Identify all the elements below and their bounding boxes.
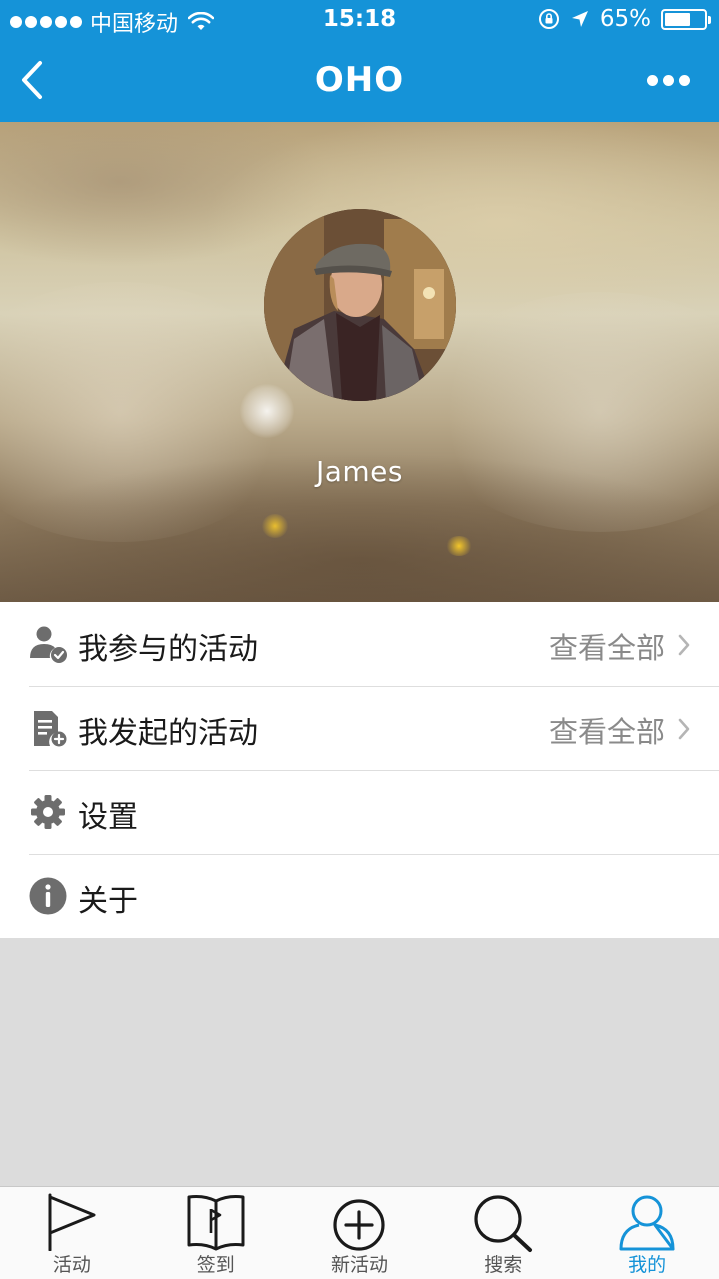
top-bar: 中国移动 15:18 65% OHO bbox=[0, 0, 719, 122]
avatar[interactable] bbox=[264, 209, 456, 401]
chevron-right-icon bbox=[678, 718, 690, 740]
rotation-lock-icon bbox=[538, 9, 559, 29]
document-add-icon bbox=[34, 711, 67, 747]
tab-label: 新活动 bbox=[330, 1254, 388, 1276]
tab-search[interactable]: 搜索 bbox=[431, 1187, 575, 1279]
view-all-link[interactable]: 查看全部 bbox=[549, 625, 665, 667]
tab-label: 我的 bbox=[628, 1254, 667, 1276]
info-icon bbox=[29, 877, 67, 915]
avatar-photo bbox=[264, 209, 456, 401]
menu-item-created-activities[interactable]: 我发起的活动 查看全部 bbox=[0, 686, 719, 770]
status-left: 中国移动 bbox=[10, 6, 215, 38]
search-icon bbox=[474, 1195, 533, 1252]
menu-item-joined-activities[interactable]: 我参与的活动 查看全部 bbox=[0, 602, 719, 686]
location-arrow-icon bbox=[571, 11, 588, 27]
carrier-name: 中国移动 bbox=[90, 12, 179, 37]
menu-item-label: 我发起的活动 bbox=[78, 716, 258, 751]
tab-label: 搜索 bbox=[484, 1254, 523, 1276]
view-all-link[interactable]: 查看全部 bbox=[549, 709, 665, 751]
page-title: OHO bbox=[314, 60, 405, 100]
tab-label: 活动 bbox=[52, 1254, 91, 1276]
gear-icon bbox=[31, 795, 65, 829]
more-options-button[interactable] bbox=[647, 70, 693, 90]
yellow-flower bbox=[446, 536, 472, 556]
dandelion-icon bbox=[240, 384, 294, 438]
status-bar: 中国移动 15:18 65% bbox=[0, 0, 719, 40]
book-flag-icon bbox=[187, 1195, 245, 1251]
menu-item-label: 我参与的活动 bbox=[78, 632, 258, 667]
menu-item-label: 设置 bbox=[78, 800, 138, 835]
status-right: 65% bbox=[538, 6, 711, 32]
menu-item-settings[interactable]: 设置 bbox=[0, 770, 719, 854]
tab-new-activity[interactable]: 新活动 bbox=[288, 1187, 432, 1279]
tab-label: 签到 bbox=[196, 1254, 235, 1276]
yellow-flower bbox=[262, 514, 288, 538]
plus-circle-icon bbox=[333, 1199, 386, 1251]
flag-icon bbox=[48, 1193, 96, 1251]
tab-me[interactable]: 我的 bbox=[575, 1187, 719, 1279]
battery-percent: 65% bbox=[599, 6, 651, 32]
tab-checkin[interactable]: 签到 bbox=[144, 1187, 288, 1279]
tab-bar: 活动 签到 新活动 搜索 我的 bbox=[0, 1186, 719, 1279]
user-check-icon bbox=[30, 626, 67, 663]
menu-item-label: 关于 bbox=[78, 884, 138, 919]
battery-icon bbox=[661, 8, 711, 30]
tab-activities[interactable]: 活动 bbox=[0, 1187, 144, 1279]
wifi-icon bbox=[188, 12, 215, 30]
chevron-right-icon bbox=[678, 634, 690, 656]
menu-list: 我参与的活动 查看全部 我发起的活动 查看全部 设置 关于 bbox=[0, 602, 719, 938]
menu-item-about[interactable]: 关于 bbox=[0, 854, 719, 938]
person-icon bbox=[619, 1195, 675, 1251]
profile-name: James bbox=[315, 455, 403, 488]
navigation-bar: OHO bbox=[0, 40, 719, 122]
signal-icon bbox=[10, 16, 82, 28]
battery-fill bbox=[665, 12, 690, 26]
profile-header: James bbox=[0, 122, 719, 602]
